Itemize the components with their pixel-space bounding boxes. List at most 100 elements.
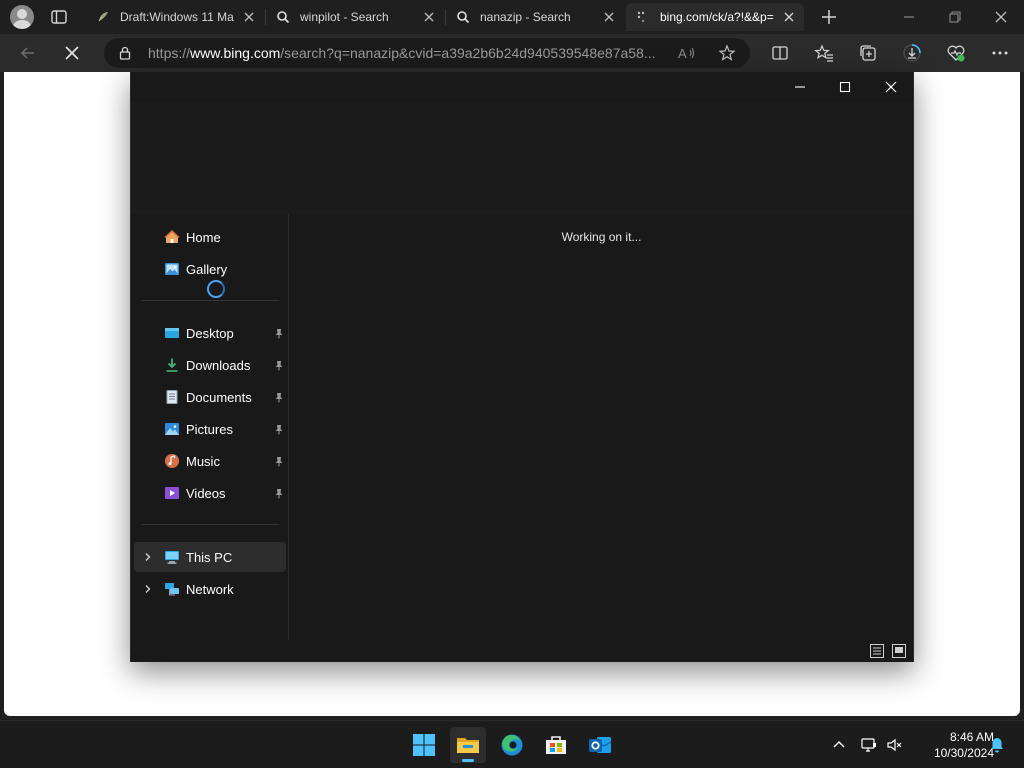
url-text[interactable]: https://www.bing.com/search?q=nanazip&cv… xyxy=(148,45,668,61)
loading-spinner-icon xyxy=(207,280,225,298)
clock-time: 8:46 AM xyxy=(949,730,994,744)
edge-icon xyxy=(500,733,524,757)
profile-avatar-button[interactable] xyxy=(10,5,34,29)
add-favorite-star-icon[interactable] xyxy=(718,44,736,62)
browser-tab[interactable]: winpilot - Search xyxy=(266,3,444,31)
loading-favicon-icon xyxy=(636,10,650,24)
collections-icon[interactable] xyxy=(858,43,878,63)
sidebar-item-label: Network xyxy=(186,582,234,597)
desktop-folder-icon xyxy=(164,325,180,341)
store-icon xyxy=(544,733,568,757)
minimize-icon[interactable] xyxy=(792,79,808,95)
close-window-icon[interactable] xyxy=(992,8,1010,26)
downloads-icon[interactable] xyxy=(902,43,922,63)
tab-title: bing.com/ck/a?!&&p= xyxy=(660,10,774,24)
pin-icon[interactable] xyxy=(274,360,284,371)
restore-window-icon[interactable] xyxy=(946,8,964,26)
pin-icon[interactable] xyxy=(274,456,284,467)
tab-title: nanazip - Search xyxy=(480,10,571,24)
clock-date: 10/30/2024 xyxy=(933,746,994,760)
more-options-icon[interactable] xyxy=(990,43,1010,63)
maximize-icon[interactable] xyxy=(837,79,853,95)
sidebar-item-this-pc[interactable]: This PC xyxy=(134,542,286,572)
sidebar-item-label: This PC xyxy=(186,550,233,565)
windows-taskbar: 8:46 AM 10/30/2024 xyxy=(0,720,1024,768)
browser-essentials-icon[interactable] xyxy=(946,43,966,63)
show-hidden-icons-chevron-up-icon[interactable] xyxy=(830,736,848,754)
file-explorer-icon xyxy=(456,733,480,757)
sidebar-item-label: Music xyxy=(186,454,220,469)
sidebar-item-home[interactable]: Home xyxy=(134,222,286,252)
taskbar-outlook-button[interactable] xyxy=(582,727,618,763)
file-list-pane[interactable]: Working on it... xyxy=(290,214,913,640)
this-pc-icon xyxy=(164,549,180,565)
split-screen-icon[interactable] xyxy=(770,43,790,63)
sidebar-item-label: Documents xyxy=(186,390,252,405)
sidebar-item-gallery[interactable]: Gallery xyxy=(134,254,286,284)
sidebar-item-label: Downloads xyxy=(186,358,251,373)
sidebar-item-desktop[interactable]: Desktop xyxy=(134,318,286,348)
sidebar-item-network[interactable]: Network xyxy=(134,574,286,604)
pin-icon[interactable] xyxy=(274,488,284,499)
close-tab-icon[interactable] xyxy=(782,10,796,24)
loading-status-text: Working on it... xyxy=(561,230,642,244)
pictures-folder-icon xyxy=(164,421,180,437)
sidebar-item-label: Pictures xyxy=(186,422,233,437)
address-bar[interactable]: https://www.bing.com/search?q=nanazip&cv… xyxy=(104,38,750,68)
status-bar xyxy=(131,640,913,662)
back-arrow-icon[interactable] xyxy=(18,43,38,63)
sidebar-item-music[interactable]: Music xyxy=(134,446,286,476)
browser-tab[interactable]: nanazip - Search xyxy=(446,3,624,31)
details-view-icon[interactable] xyxy=(870,644,884,658)
pin-icon[interactable] xyxy=(274,392,284,403)
close-tab-icon[interactable] xyxy=(242,10,256,24)
taskbar-file-explorer-button[interactable] xyxy=(450,727,486,763)
volume-muted-icon[interactable] xyxy=(886,736,904,754)
system-clock[interactable]: 8:46 AM 10/30/2024 xyxy=(916,729,994,761)
divider xyxy=(141,524,279,525)
read-aloud-icon[interactable]: A xyxy=(678,45,696,61)
sidebar-item-label: Home xyxy=(186,230,221,245)
sidebar-item-label: Desktop xyxy=(186,326,234,341)
tab-title: Draft:Windows 11 Ma xyxy=(120,10,234,24)
pin-icon[interactable] xyxy=(274,328,284,339)
favorites-icon[interactable] xyxy=(814,43,834,63)
start-button[interactable] xyxy=(406,727,442,763)
taskbar-store-button[interactable] xyxy=(538,727,574,763)
close-icon[interactable] xyxy=(883,79,899,95)
gallery-icon xyxy=(164,261,180,277)
tab-actions-menu-icon[interactable] xyxy=(50,8,68,26)
display-monitor-icon[interactable] xyxy=(860,736,878,754)
tiles-view-icon[interactable] xyxy=(892,644,906,658)
sidebar-item-documents[interactable]: Documents xyxy=(134,382,286,412)
music-folder-icon xyxy=(164,453,180,469)
browser-tab[interactable]: Draft:Windows 11 Ma xyxy=(86,3,264,31)
chevron-right-icon[interactable] xyxy=(143,552,153,562)
close-tab-icon[interactable] xyxy=(602,10,616,24)
navigation-pane: Home Gallery Desktop Downloads Documents… xyxy=(131,214,289,640)
home-icon xyxy=(164,229,180,245)
outlook-icon xyxy=(588,733,612,757)
sidebar-item-videos[interactable]: Videos xyxy=(134,478,286,508)
documents-folder-icon xyxy=(164,389,180,405)
wikipedia-favicon-icon xyxy=(96,10,110,24)
taskbar-edge-button[interactable] xyxy=(494,727,530,763)
sidebar-item-downloads[interactable]: Downloads xyxy=(134,350,286,380)
svg-text:A: A xyxy=(678,46,687,61)
divider xyxy=(141,300,279,301)
search-favicon-icon xyxy=(276,10,290,24)
close-tab-icon[interactable] xyxy=(422,10,436,24)
stop-loading-icon[interactable] xyxy=(62,43,82,63)
downloads-folder-icon xyxy=(164,357,180,373)
notification-bell-icon[interactable] xyxy=(988,736,1006,754)
browser-tab-active[interactable]: bing.com/ck/a?!&&p= xyxy=(626,3,804,31)
sidebar-item-pictures[interactable]: Pictures xyxy=(134,414,286,444)
minimize-window-icon[interactable] xyxy=(900,8,918,26)
network-icon xyxy=(164,581,180,597)
new-tab-button[interactable] xyxy=(819,7,839,27)
chevron-right-icon[interactable] xyxy=(143,584,153,594)
tab-title: winpilot - Search xyxy=(300,10,389,24)
pin-icon[interactable] xyxy=(274,424,284,435)
search-favicon-icon xyxy=(456,10,470,24)
lock-icon[interactable] xyxy=(118,46,132,60)
